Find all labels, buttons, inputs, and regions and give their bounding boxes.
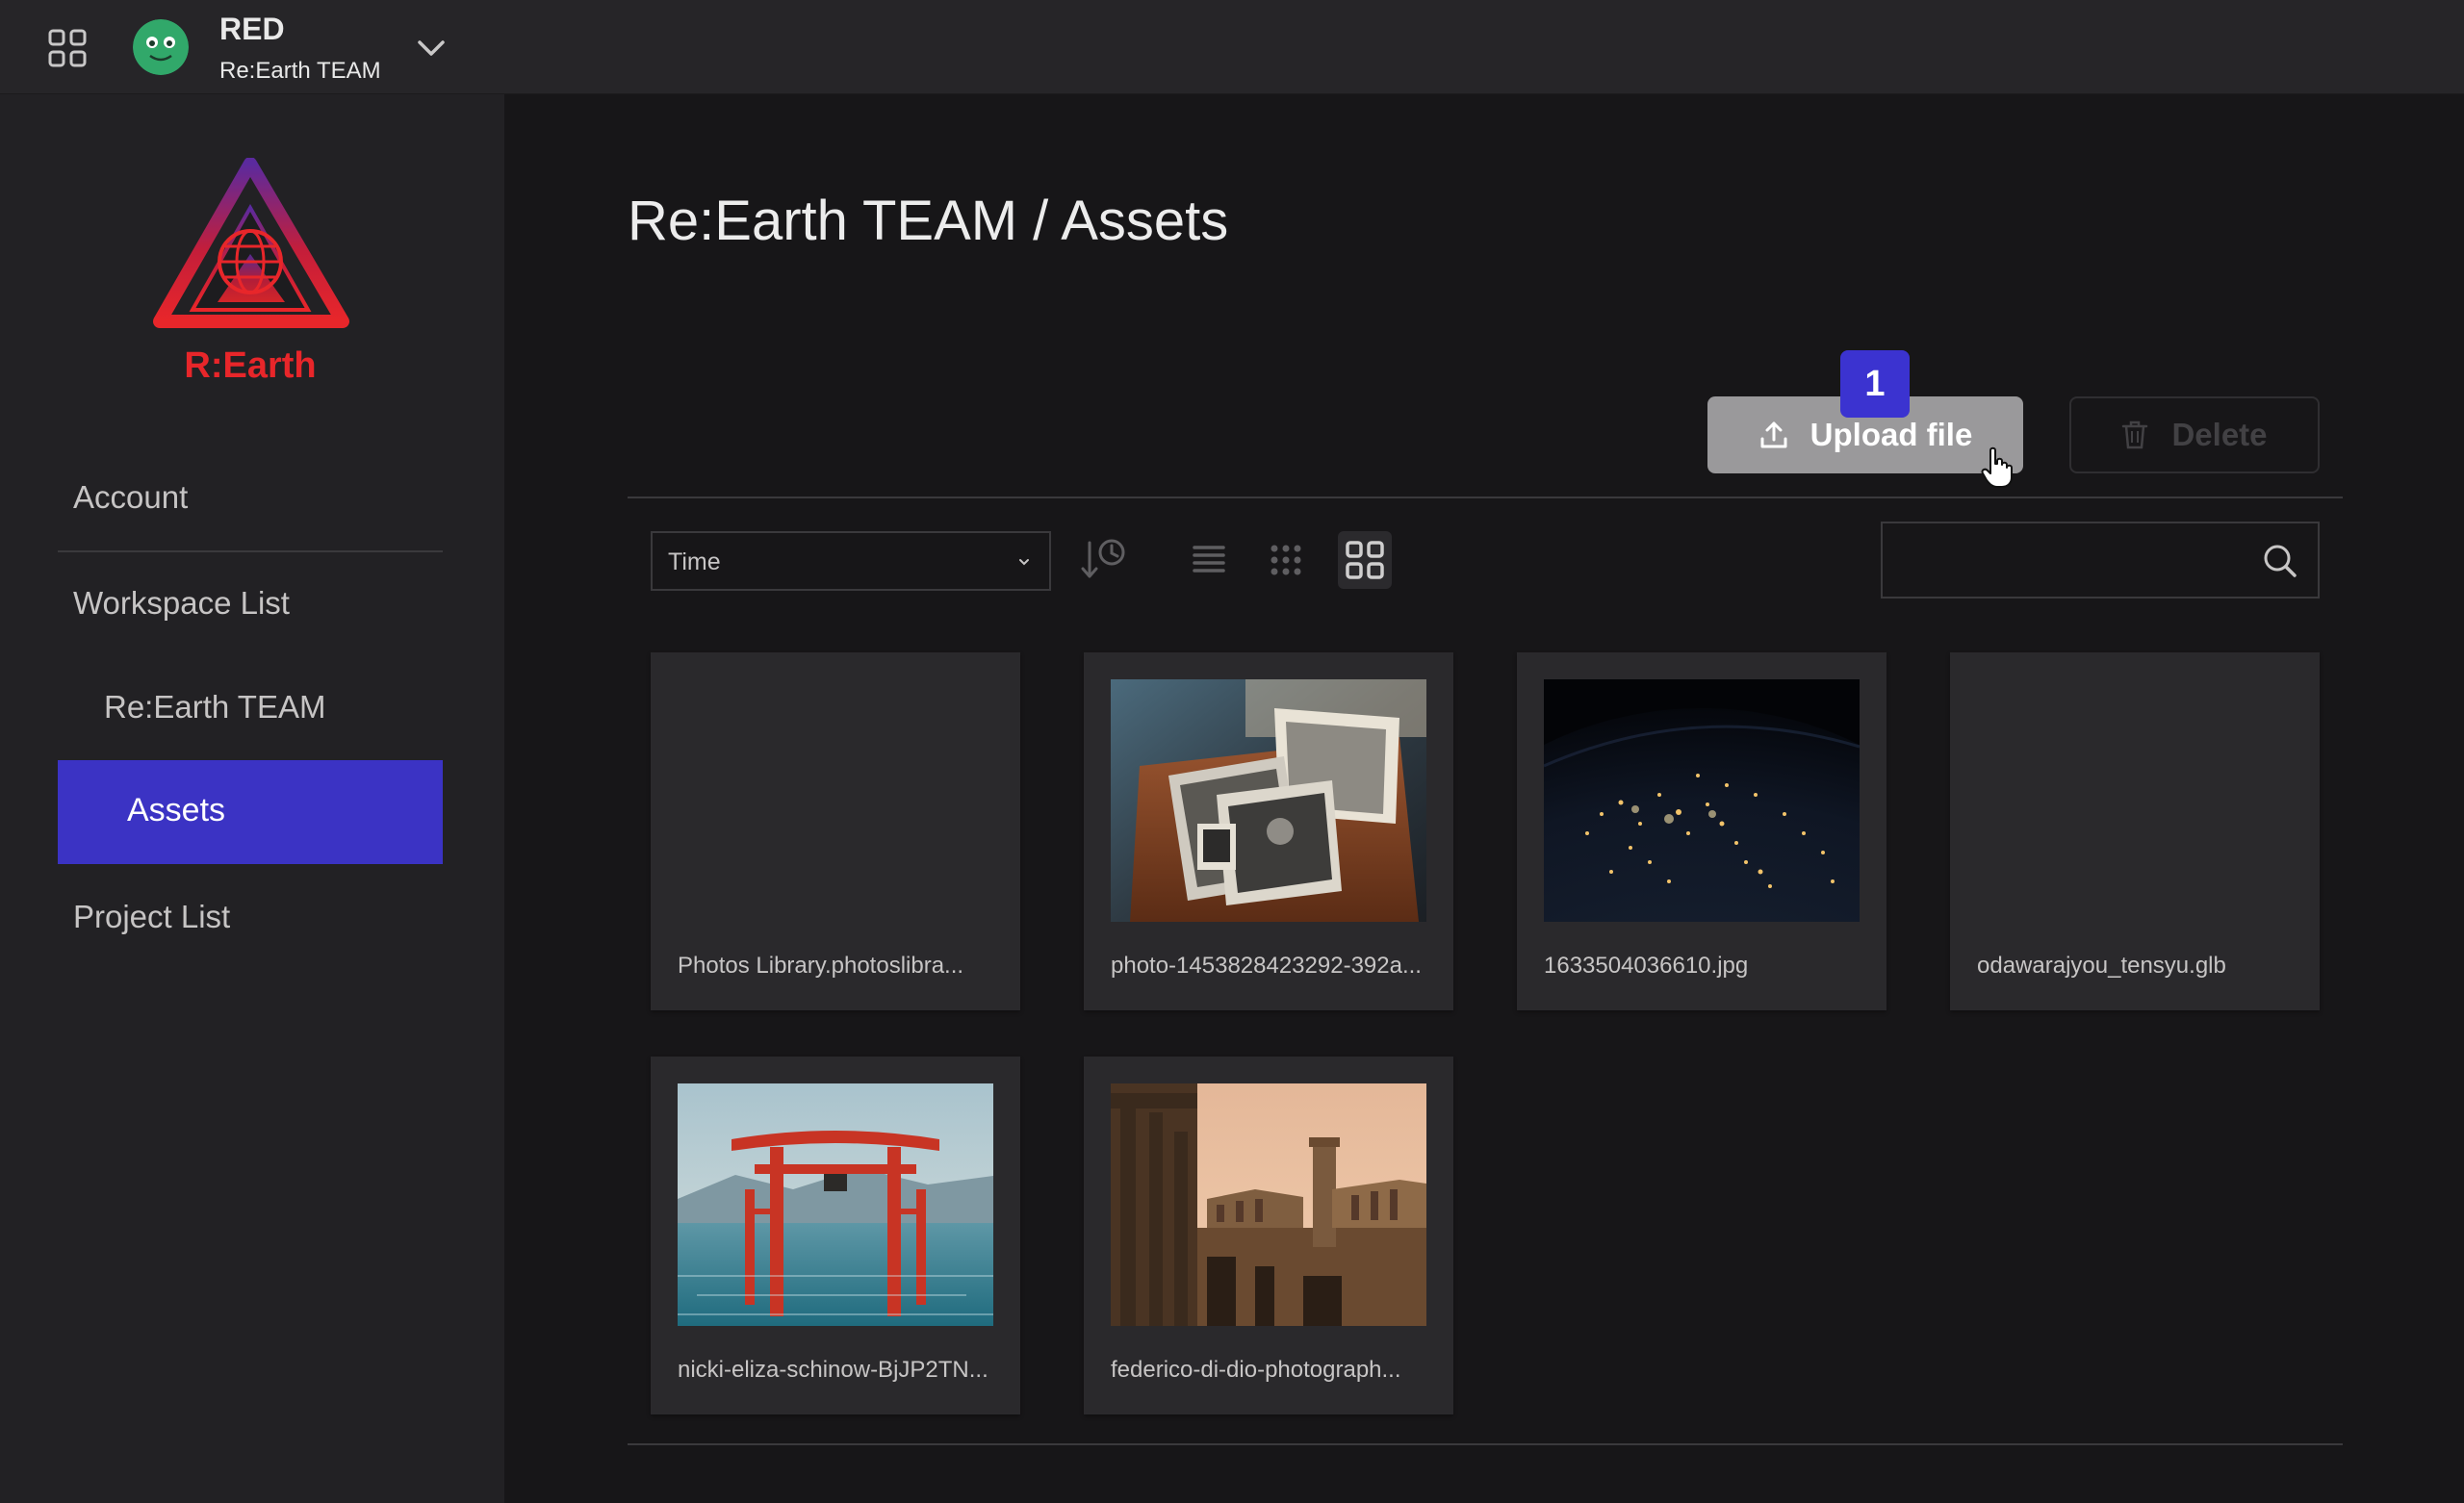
asset-card[interactable]: odawarajyou_tensyu.glb xyxy=(1950,652,2320,1010)
avatar[interactable] xyxy=(133,19,189,75)
upload-file-label: Upload file xyxy=(1810,417,1973,452)
asset-name: 1633504036610.jpg xyxy=(1544,953,1749,979)
search-icon[interactable] xyxy=(2262,543,2298,579)
large-grid-view-icon[interactable] xyxy=(1338,531,1392,589)
asset-card[interactable]: 1633504036610.jpg xyxy=(1517,652,1886,1010)
workspace-name: Re:Earth TEAM xyxy=(219,58,381,84)
sort-time-icon[interactable] xyxy=(1080,537,1128,588)
pointer-cursor-icon xyxy=(1981,446,2014,489)
top-header: RED Re:Earth TEAM xyxy=(0,0,2464,94)
list-view-icon[interactable] xyxy=(1192,543,1226,582)
chevron-down-icon[interactable] xyxy=(414,31,449,65)
asset-card[interactable]: photo-1453828423292-392a... xyxy=(1084,652,1453,1010)
sidebar-item-workspace[interactable]: Re:Earth TEAM xyxy=(104,689,325,726)
logo-text: R:Earth xyxy=(184,345,316,385)
asset-thumbnail xyxy=(1111,679,1426,922)
sort-select-value: Time xyxy=(668,548,721,575)
sort-select[interactable]: Time xyxy=(651,531,1051,591)
asset-thumbnail-empty xyxy=(678,679,993,922)
search-input[interactable] xyxy=(1896,535,2233,585)
user-name: RED xyxy=(219,12,285,46)
step-badge: 1 xyxy=(1840,350,1910,418)
page-title: Re:Earth TEAM / Assets xyxy=(628,190,1229,252)
chevron-down-icon xyxy=(1019,559,1029,566)
asset-card[interactable]: nicki-eliza-schinow-BjJP2TN... xyxy=(651,1057,1020,1414)
reearth-logo: R:Earth xyxy=(150,157,350,386)
search-field[interactable] xyxy=(1881,522,2320,599)
delete-label: Delete xyxy=(2171,417,2268,452)
asset-card[interactable]: federico-di-dio-photograph... xyxy=(1084,1057,1453,1414)
apps-grid-icon[interactable] xyxy=(46,27,89,69)
upload-icon xyxy=(1760,421,1787,448)
sidebar-item-label: Assets xyxy=(127,792,226,828)
asset-card[interactable]: Photos Library.photoslibra... xyxy=(651,652,1020,1010)
asset-thumbnail xyxy=(1544,679,1860,922)
asset-name: odawarajyou_tensyu.glb xyxy=(1977,953,2226,979)
asset-name: nicki-eliza-schinow-BjJP2TN... xyxy=(678,1357,988,1383)
trash-icon xyxy=(2122,420,2148,449)
sidebar: R:Earth Account Workspace List Re:Earth … xyxy=(0,94,504,1503)
delete-button[interactable]: Delete xyxy=(2069,396,2320,473)
sidebar-item-project-list[interactable]: Project List xyxy=(73,899,230,935)
asset-name: Photos Library.photoslibra... xyxy=(678,953,964,979)
asset-name: federico-di-dio-photograph... xyxy=(1111,1357,1401,1383)
sidebar-divider xyxy=(58,550,443,552)
asset-thumbnail-empty xyxy=(1977,679,2293,922)
asset-thumbnail xyxy=(1111,1083,1426,1326)
content-divider-bottom xyxy=(628,1443,2343,1445)
sidebar-item-workspace-list[interactable]: Workspace List xyxy=(73,585,290,622)
toolbar-divider-top xyxy=(628,497,2343,498)
dots-grid-view-icon[interactable] xyxy=(1269,543,1303,582)
asset-thumbnail xyxy=(678,1083,993,1326)
asset-name: photo-1453828423292-392a... xyxy=(1111,953,1422,979)
sidebar-item-account[interactable]: Account xyxy=(73,479,188,516)
sidebar-item-assets[interactable]: Assets xyxy=(58,760,443,864)
